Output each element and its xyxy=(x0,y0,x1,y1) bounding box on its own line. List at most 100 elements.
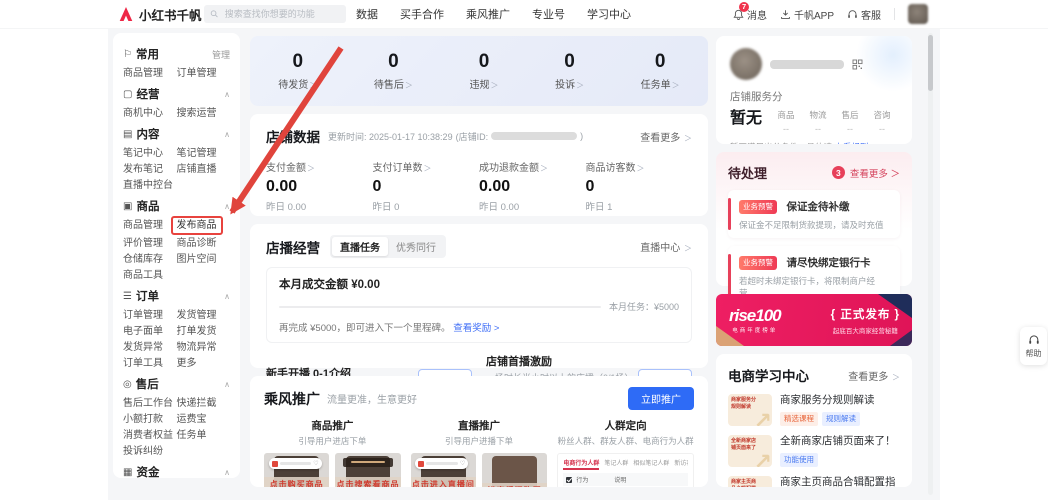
message-button[interactable]: 7 消息 xyxy=(733,7,767,22)
sidebar-item[interactable]: 商品管理 xyxy=(123,68,177,79)
help-floating-button[interactable]: 帮助 xyxy=(1020,327,1047,365)
message-label: 消息 xyxy=(747,7,767,22)
sidebar-item[interactable]: 运费宝 xyxy=(177,414,231,425)
audience-tab[interactable]: 新访客 xyxy=(674,458,688,470)
global-search[interactable] xyxy=(204,5,346,23)
course-thumbnail: 商家服务分规则解读 ↗ xyxy=(728,394,772,426)
sidebar-item[interactable]: 订单管理 xyxy=(123,310,177,321)
sidebar-item[interactable]: 任务单 xyxy=(177,430,231,441)
learning-item[interactable]: 商家主页商品合辑配置指南 ↗ 商家主页商品合辑配置指南 xyxy=(728,476,900,487)
todo-card: 待处理 3 查看更多 ＞ 业务预警 保证金待补缴 保证金不足限制货款提现，请及时… xyxy=(716,152,912,286)
chevron-right-icon: ＞ xyxy=(637,164,645,173)
learning-center-card: 电商学习中心 查看更多 ＞ 商家服务分规则解读 ↗ 商家服务分规则解读 精选课程… xyxy=(716,354,912,487)
order-icon: ☰ xyxy=(123,291,132,302)
service-score-value: 暂无 xyxy=(730,109,762,128)
avatar[interactable] xyxy=(908,4,928,24)
chevron-up-icon[interactable]: ∧ xyxy=(224,130,230,139)
nav-buyer-coop[interactable]: 买手合作 xyxy=(400,6,444,22)
scrollbar-track xyxy=(928,33,933,495)
todo-item-desc: 保证金不足限制货款提现，请及时充值 xyxy=(739,219,891,231)
qr-code-icon[interactable] xyxy=(852,59,863,70)
sidebar-item[interactable]: 售后工作台 xyxy=(123,398,177,409)
sidebar-item[interactable]: 商品管理 xyxy=(123,220,177,233)
xiaohongshu-logo-icon xyxy=(118,6,134,22)
store-more-link[interactable]: 查看更多 ＞ xyxy=(640,129,692,144)
sidebar-item[interactable]: 电子面单 xyxy=(123,326,177,337)
month-task-label: 本月任务：¥5000 xyxy=(609,300,679,313)
stat-aftersale[interactable]: 0 待售后＞ xyxy=(374,51,413,91)
sidebar-item[interactable]: 直播中控台 xyxy=(123,180,177,191)
sidebar-item[interactable]: 笔记中心 xyxy=(123,148,177,159)
rise100-banner[interactable]: rise100 电商年度榜单 { 正式发布 } 起底百大商家经营秘籍 xyxy=(716,294,912,346)
sidebar-item[interactable]: 更多 xyxy=(177,358,231,369)
sidebar-item[interactable]: 发布笔记 xyxy=(123,164,177,175)
sidebar-item[interactable]: 发货异常 xyxy=(123,342,177,353)
promote-now-button[interactable]: 立即推广 xyxy=(628,387,694,410)
audience-tab[interactable]: 相似笔记人群 xyxy=(633,458,669,470)
todo-item[interactable]: 业务预警 保证金待补缴 保证金不足限制货款提现，请及时充值 xyxy=(728,190,900,238)
reward-link[interactable]: 查看奖励 > xyxy=(453,323,499,334)
sidebar-item[interactable]: 商机中心 xyxy=(123,108,177,119)
stat-task[interactable]: 0 任务单＞ xyxy=(641,51,680,91)
sidebar-item[interactable]: 消费者权益 xyxy=(123,430,177,441)
view-rules-link[interactable]: 查看规则 xyxy=(834,142,868,144)
nav-data[interactable]: 数据 xyxy=(356,6,378,22)
stat-label: 待售后 xyxy=(374,80,404,91)
chevron-up-icon[interactable]: ∧ xyxy=(224,292,230,301)
customer-service-button[interactable]: 客服 xyxy=(847,7,881,22)
stat-value: 0 xyxy=(641,51,680,73)
scrollbar-thumb[interactable] xyxy=(928,35,933,91)
sidebar-item[interactable]: 评价管理 xyxy=(123,238,177,249)
brand-logo[interactable]: 小红书千帆 xyxy=(118,0,202,28)
search-icon xyxy=(210,9,219,19)
sidebar-item[interactable]: 打单发货 xyxy=(177,326,231,337)
sidebar-item[interactable]: 搜索运营 xyxy=(177,108,231,119)
learning-more-link[interactable]: 查看更多 ＞ xyxy=(848,368,900,383)
search-input[interactable] xyxy=(223,8,340,20)
chevron-right-icon: ＞ xyxy=(490,81,498,90)
course-thumbnail: 商家主页商品合辑配置指南 ↗ xyxy=(728,476,772,487)
sidebar-item[interactable]: 快递拦截 xyxy=(177,398,231,409)
sidebar-item-publish-product[interactable]: 发布商品 xyxy=(171,216,223,235)
sidebar-item[interactable]: 仓储库存 xyxy=(123,254,177,265)
app-download-button[interactable]: 千帆APP xyxy=(780,7,834,22)
sidebar-item[interactable]: 店铺直播 xyxy=(177,164,231,175)
sidebar-item[interactable]: 订单管理 xyxy=(177,68,231,79)
manage-link[interactable]: 管理 xyxy=(212,48,230,61)
stat-complaint[interactable]: 0 投诉＞ xyxy=(555,51,584,91)
learning-item[interactable]: 商家服务分规则解读 ↗ 商家服务分规则解读 精选课程 规则解读 xyxy=(728,394,900,426)
phone-mockup: 进直播间购买 xyxy=(482,453,547,487)
tab-top-peers[interactable]: 优秀同行 xyxy=(388,237,444,256)
chevron-up-icon[interactable]: ∧ xyxy=(224,90,230,99)
checkbox-icon[interactable] xyxy=(566,477,572,483)
app-label: 千帆APP xyxy=(794,7,834,22)
section-title: 常用 xyxy=(136,46,159,62)
stat-to-ship[interactable]: 0 待发货＞ xyxy=(278,51,317,91)
nav-learning[interactable]: 学习中心 xyxy=(587,6,631,22)
live-center-link[interactable]: 直播中心 ＞ xyxy=(640,239,692,254)
audience-tab[interactable]: 电商行为人群 xyxy=(563,458,599,470)
shop-avatar[interactable] xyxy=(730,48,762,80)
sidebar-item[interactable]: 订单工具 xyxy=(123,358,177,369)
sidebar-item[interactable]: 商品诊断 xyxy=(177,238,231,249)
nav-pro-account[interactable]: 专业号 xyxy=(532,6,565,22)
mockup-overlay-label: 点击搜索看商品 xyxy=(335,477,400,487)
shop-id-label: (店铺ID: xyxy=(456,130,489,143)
chevron-up-icon[interactable]: ∧ xyxy=(224,468,230,477)
sidebar-item[interactable]: 投诉纠纷 xyxy=(123,446,177,457)
audience-tab[interactable]: 笔记人群 xyxy=(604,458,628,470)
sidebar-item[interactable]: 小额打款 xyxy=(123,414,177,425)
section-product: ▣ 商品 ∧ xyxy=(123,198,230,214)
tab-live-task[interactable]: 直播任务 xyxy=(332,237,388,256)
chevron-up-icon[interactable]: ∧ xyxy=(224,202,230,211)
sidebar-item[interactable]: 物流异常 xyxy=(177,342,231,353)
stat-violation[interactable]: 0 违规＞ xyxy=(469,51,498,91)
nav-promo[interactable]: 乘风推广 xyxy=(466,6,510,22)
chevron-up-icon[interactable]: ∧ xyxy=(224,380,230,389)
sidebar-item[interactable]: 商品工具 xyxy=(123,270,177,281)
sidebar-item[interactable]: 笔记管理 xyxy=(177,148,231,159)
sidebar-item[interactable]: 图片空间 xyxy=(177,254,231,265)
sidebar-item[interactable]: 发货管理 xyxy=(177,310,231,321)
todo-more-link[interactable]: 查看更多 ＞ xyxy=(850,166,900,180)
learning-item[interactable]: 全新商家店铺页面来了 ↗ 全新商家店铺页面来了！ 功能使用 xyxy=(728,435,900,467)
